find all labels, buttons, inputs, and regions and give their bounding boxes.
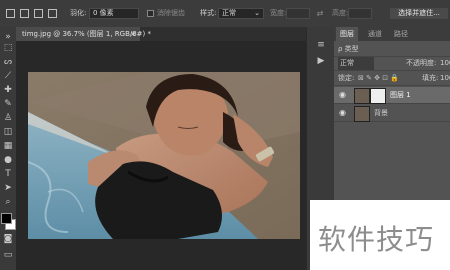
marquee-tool-icon[interactable]: ⬚ (2, 42, 14, 54)
style-select[interactable]: 正常 ⌄ (218, 8, 264, 19)
layer-thumbnail (354, 106, 370, 122)
height-input[interactable] (348, 8, 372, 19)
layer-name: 图层 1 (390, 91, 411, 99)
layer-thumbnail (354, 88, 370, 104)
style-label: 样式: (200, 9, 217, 17)
healing-brush-icon[interactable]: ✚ (2, 84, 14, 96)
tab-channels[interactable]: 通道 (364, 27, 386, 41)
opacity-input[interactable]: 100 (440, 57, 450, 70)
layer-mask-thumbnail (370, 88, 386, 104)
eye-icon[interactable]: ◉ (339, 87, 346, 103)
document-tab[interactable]: timg.jpg @ 36.7% (图层 1, RGB/8#) * × (16, 27, 151, 41)
play-actions-icon[interactable]: ▶ (315, 55, 327, 67)
style-select-value: 正常 (222, 9, 236, 17)
eye-icon[interactable]: ◉ (339, 105, 346, 121)
lock-label: 锁定: (338, 74, 355, 82)
options-bar: 羽化: 0 像素 消除锯齿 样式: 正常 ⌄ 宽度: ⇄ 高度: 选择并遮住..… (0, 0, 450, 28)
select-and-mask-button[interactable]: 选择并遮住... (390, 8, 448, 19)
close-icon[interactable]: × (130, 27, 136, 41)
height-label: 高度: (332, 9, 349, 17)
tab-paths[interactable]: 路径 (390, 27, 412, 41)
quick-mask-icon[interactable]: ◙ (2, 233, 14, 245)
layer-row-background[interactable]: ◉ 背景 (334, 105, 450, 122)
brush-tool-icon[interactable]: ✎ (2, 98, 14, 110)
layer-filter-select[interactable]: ρ 类型 (338, 43, 359, 56)
watermark-text: 软件技巧 (318, 223, 435, 256)
type-tool-icon[interactable]: T (2, 168, 14, 180)
tab-layers[interactable]: 图层 (336, 27, 358, 41)
screen-mode-icon[interactable]: ▭ (2, 249, 14, 261)
dodge-tool-icon[interactable]: ● (2, 154, 14, 166)
canvas-area[interactable] (16, 41, 306, 270)
blend-row: 正常 不透明度: 100 (334, 57, 450, 71)
layer-row-layer1[interactable]: ◉ 图层 1 (334, 87, 450, 104)
width-input[interactable] (286, 8, 310, 19)
panel-tabs: 图层 通道 路径 (334, 27, 450, 41)
tools-panel: » ⬚ ᔕ ⟋ ✚ ✎ ♙ ◫ ▦ ● T ➤ ⌕ ◙ ▭ (0, 27, 17, 270)
intersect-selection-icon[interactable] (48, 9, 57, 18)
chevron-down-icon: ⌄ (254, 9, 260, 17)
path-selection-icon[interactable]: ➤ (2, 182, 14, 194)
zoom-tool-icon[interactable]: ⌕ (2, 196, 14, 208)
lasso-tool-icon[interactable]: ᔕ (2, 56, 14, 68)
antialias-checkbox[interactable] (147, 10, 154, 17)
stamp-tool-icon[interactable]: ♙ (2, 112, 14, 124)
fill-label: 填充: (422, 74, 439, 82)
layer-name: 背景 (374, 109, 388, 117)
history-panel-icon[interactable]: ≡ (315, 39, 327, 51)
document-tab-bar: timg.jpg @ 36.7% (图层 1, RGB/8#) * × (16, 27, 306, 41)
pool-photo (28, 72, 300, 239)
lock-icons[interactable]: ⊠ ✎ ✥ ⊡ 🔒 (358, 72, 399, 85)
eyedropper-tool-icon[interactable]: ⟋ (2, 70, 14, 82)
fill-input[interactable]: 100 (440, 72, 450, 85)
feather-label: 羽化: (70, 9, 87, 17)
new-selection-icon[interactable] (6, 9, 15, 18)
lock-row: 锁定: ⊠ ✎ ✥ ⊡ 🔒 填充: 100 (334, 72, 450, 86)
feather-input[interactable]: 0 像素 (89, 8, 139, 19)
gradient-tool-icon[interactable]: ▦ (2, 140, 14, 152)
filter-row: ρ 类型 (334, 43, 450, 57)
opacity-label: 不透明度: (406, 59, 437, 67)
subtract-selection-icon[interactable] (34, 9, 43, 18)
blend-mode-select[interactable]: 正常 (338, 57, 374, 70)
width-label: 宽度: (270, 9, 287, 17)
antialias-label: 消除锯齿 (157, 9, 185, 17)
eraser-tool-icon[interactable]: ◫ (2, 126, 14, 138)
add-selection-icon[interactable] (20, 9, 29, 18)
swap-icon[interactable]: ⇄ (314, 8, 326, 19)
document-image (28, 72, 300, 239)
foreground-color-swatch[interactable] (1, 213, 12, 224)
watermark-box: 软件技巧 (310, 200, 450, 270)
